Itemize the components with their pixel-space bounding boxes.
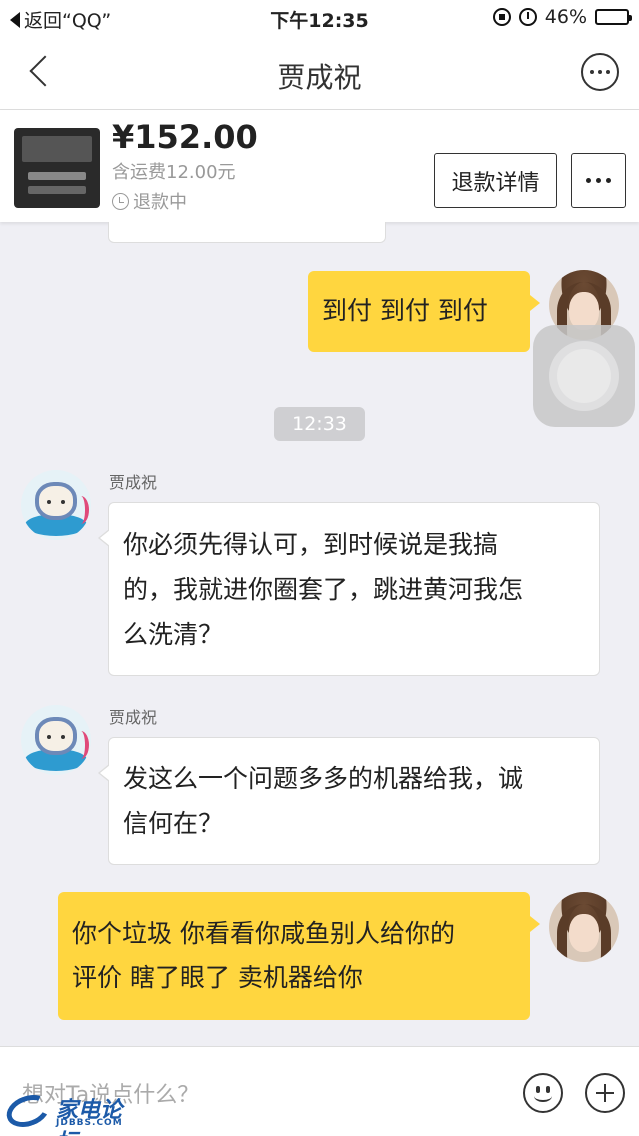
dot-icon (606, 178, 611, 183)
partial-message-bubble (108, 222, 386, 243)
status-bar: 返回“QQ” 下午12:35 46% (0, 0, 639, 38)
dot-icon (596, 178, 601, 183)
sender-name: 贾成祝 (109, 473, 158, 492)
outgoing-message[interactable]: 你个垃圾 你看看你咸鱼别人给你的 评价 瞎了眼了 卖机器给你 (58, 892, 540, 1020)
shipping-fee: 含运费12.00元 (112, 162, 236, 183)
watermark-main: 家电论坛 (56, 1098, 123, 1136)
nav-bar: 贾成祝 (0, 38, 639, 110)
incoming-message[interactable]: 发这么一个问题多多的机器给我，诚 信何在？ (98, 737, 600, 865)
battery-icon (595, 9, 632, 25)
incoming-message[interactable]: 你必须先得认可，到时候说是我搞 的，我就进你圈套了，跳进黄河我怎 么洗清？ (98, 502, 600, 676)
product-thumbnail[interactable] (14, 128, 100, 208)
dot-icon (586, 178, 591, 183)
add-attachment-button[interactable] (585, 1073, 625, 1113)
back-button[interactable] (22, 54, 62, 94)
message-line: 信何在？ (123, 809, 224, 838)
outgoing-message[interactable]: 到付 到付 到付 (308, 271, 540, 352)
product-price: ¥152.00 (112, 118, 258, 156)
chevron-left-icon (29, 55, 61, 87)
message-line: 的，我就进你圈套了，跳进黄河我怎 (123, 575, 524, 604)
watermark-sub: JDBBS.COM (56, 1118, 123, 1128)
logo-swirl-icon (2, 1089, 54, 1133)
site-watermark-logo: 家电论坛 JDBBS.COM (2, 1089, 136, 1136)
emoji-button[interactable] (523, 1073, 563, 1113)
message-line: 你必须先得认可，到时候说是我搞 (123, 530, 499, 559)
refund-status-label: 退款中 (133, 192, 187, 213)
page-title: 贾成祝 (277, 61, 362, 94)
more-options-button[interactable] (581, 53, 619, 91)
dot-icon (590, 70, 594, 74)
clock-icon (112, 192, 129, 210)
return-to-qq[interactable]: 返回“QQ” (10, 6, 111, 33)
message-line: 评价 瞎了眼了 卖机器给你 (72, 963, 363, 992)
my-avatar[interactable] (549, 892, 619, 962)
message-line: 你个垃圾 你看看你咸鱼别人给你的 (72, 919, 455, 948)
back-triangle-icon (10, 11, 20, 28)
sender-name: 贾成祝 (109, 708, 158, 727)
contact-avatar[interactable] (21, 705, 91, 775)
dot-icon (606, 70, 610, 74)
battery-percent: 46% (544, 6, 587, 28)
refund-status: 退款中 (112, 188, 187, 214)
message-line: 发这么一个问题多多的机器给我，诚 (123, 764, 524, 793)
refund-details-button[interactable]: 退款详情 (434, 153, 557, 208)
alarm-icon (518, 8, 537, 26)
assistive-touch-button[interactable] (533, 325, 635, 427)
message-text: 到付 到付 到付 (322, 296, 488, 325)
message-line: 么洗清？ (123, 620, 224, 649)
dot-icon (598, 70, 602, 74)
status-indicators: 46% (492, 6, 632, 28)
orientation-lock-icon (492, 8, 511, 26)
card-more-button[interactable] (571, 153, 626, 208)
time-divider: 12:33 (274, 407, 365, 441)
contact-avatar[interactable] (21, 470, 91, 540)
return-label: 返回“QQ” (24, 10, 112, 32)
product-card: ¥152.00 含运费12.00元 退款中 退款详情 (0, 110, 639, 222)
